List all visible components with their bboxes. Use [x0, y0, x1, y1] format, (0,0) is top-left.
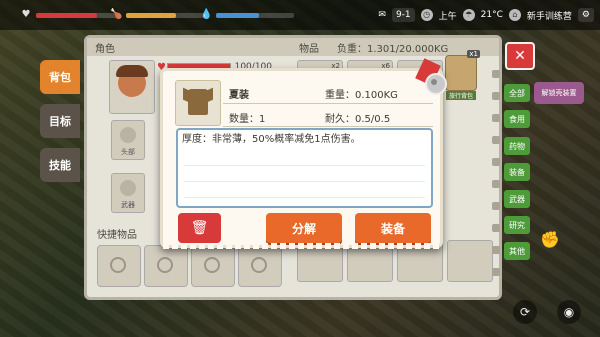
mail-icon[interactable]: ✉	[378, 10, 386, 20]
item-thumbnail	[175, 80, 221, 126]
hud-status: ✉ 9-1 ◷ 上午 ☂ 21°C ⌂ 新手训练营 ⚙	[378, 6, 594, 24]
quick-items-title: 快捷物品	[97, 230, 137, 241]
item-quantity: 数量：1	[229, 114, 266, 125]
pin-icon	[425, 73, 447, 95]
divider	[223, 126, 433, 127]
item-description-box: 厚度：非常薄，50%概率减免1点伤害。	[176, 128, 433, 208]
settings-icon[interactable]: ⚙	[577, 8, 594, 22]
item-detail-popup: 夏装 重量：0.100KG 数量：1 耐久：0.5/0.5 厚度：非常薄，50%…	[160, 58, 447, 249]
health-stat: ♥	[20, 8, 121, 22]
item-description: 厚度：非常薄，50%概率减免1点伤害。	[182, 134, 361, 145]
clock-icon: ◷	[420, 9, 433, 21]
top-hud: ♥ 🍗 💧 ✉ 9-1 ◷ 上午 ☂ 21°C ⌂ 新手训练营 ⚙	[0, 0, 600, 30]
torn-edge	[163, 243, 440, 249]
carry-weight: 负重：1.301/20.000KG	[337, 44, 449, 55]
tab-backpack[interactable]: 背包	[40, 60, 80, 94]
items-title: 物品	[299, 44, 319, 55]
quick-slot[interactable]	[191, 245, 235, 287]
camp-icon: ⌂	[508, 9, 521, 21]
heart-icon: ♥	[21, 9, 31, 20]
refresh-icon[interactable]: ⟳	[513, 300, 537, 324]
category-other[interactable]: 其他	[504, 242, 530, 260]
category-research[interactable]: 研究	[504, 216, 530, 234]
equip-slot-label: 武器	[121, 201, 135, 209]
drumstick-icon: 🍗	[110, 9, 123, 20]
equip-slot-weapon[interactable]: 武器	[111, 173, 145, 213]
trash-icon: 🗑	[190, 220, 209, 236]
delete-button[interactable]: 🗑	[178, 213, 221, 243]
item-label: 旅行背包	[446, 91, 476, 100]
item-name: 夏装	[229, 90, 249, 101]
water-drop-icon: 💧	[200, 9, 213, 20]
time-of-day: 上午	[438, 11, 457, 22]
description-lines	[178, 165, 431, 198]
health-bar	[36, 12, 121, 18]
tab-goals[interactable]: 目标	[40, 104, 80, 138]
camp-name: 新手训练营	[526, 11, 572, 22]
quick-slot[interactable]	[97, 245, 141, 287]
thirst-stat: 💧	[200, 8, 294, 22]
unlock-button[interactable]: 解锁壳装置	[534, 82, 584, 104]
category-medicine[interactable]: 药物	[504, 137, 530, 155]
character-avatar[interactable]	[109, 60, 155, 114]
inventory-cell[interactable]	[447, 240, 493, 282]
avatar-hair	[116, 65, 148, 77]
hunger-bar-fill	[126, 12, 176, 18]
item-weight: 重量：0.100KG	[325, 90, 398, 101]
divider	[223, 103, 433, 104]
close-button[interactable]: ✕	[505, 42, 535, 70]
helmet-icon	[120, 127, 136, 143]
panel-header: 角色 物品 负重：1.301/20.000KG	[87, 38, 499, 56]
category-equipment[interactable]: 装备	[504, 163, 530, 181]
quick-slot[interactable]	[238, 245, 282, 287]
travel-backpack-item[interactable]: x1 旅行背包	[445, 50, 480, 100]
fist-icon[interactable]: ✊	[540, 230, 560, 249]
thermometer-icon: ☂	[462, 9, 475, 21]
pistol-icon	[120, 180, 136, 196]
empty-slot-icon	[157, 257, 173, 273]
decompose-button[interactable]: 分解	[266, 213, 342, 243]
empty-slot-icon	[110, 257, 126, 273]
quick-slot[interactable]	[144, 245, 188, 287]
eye-icon[interactable]: ◉	[557, 300, 581, 324]
item-quantity: x1	[467, 50, 480, 58]
hunger-bar	[126, 12, 206, 18]
equip-button[interactable]: 装备	[355, 213, 431, 243]
category-food[interactable]: 食用	[504, 110, 530, 128]
character-title: 角色	[95, 44, 115, 55]
hunger-stat: 🍗	[110, 8, 206, 22]
category-all[interactable]: 全部	[504, 84, 530, 102]
level-indicator: 9-1	[391, 8, 415, 22]
empty-slot-icon	[204, 257, 220, 273]
equip-slot-head[interactable]: 头部	[111, 120, 145, 160]
thirst-bar-fill	[216, 12, 259, 18]
health-bar-fill	[36, 12, 98, 18]
scroll-indicators	[492, 70, 500, 310]
temperature: 21°C	[480, 10, 503, 20]
summer-shirt-icon	[188, 89, 208, 115]
tab-skills[interactable]: 技能	[40, 148, 80, 182]
thirst-bar	[216, 12, 294, 18]
item-durability: 耐久：0.5/0.5	[325, 114, 391, 125]
category-weapons[interactable]: 武器	[504, 190, 530, 208]
empty-slot-icon	[251, 257, 267, 273]
equip-slot-label: 头部	[121, 148, 135, 156]
